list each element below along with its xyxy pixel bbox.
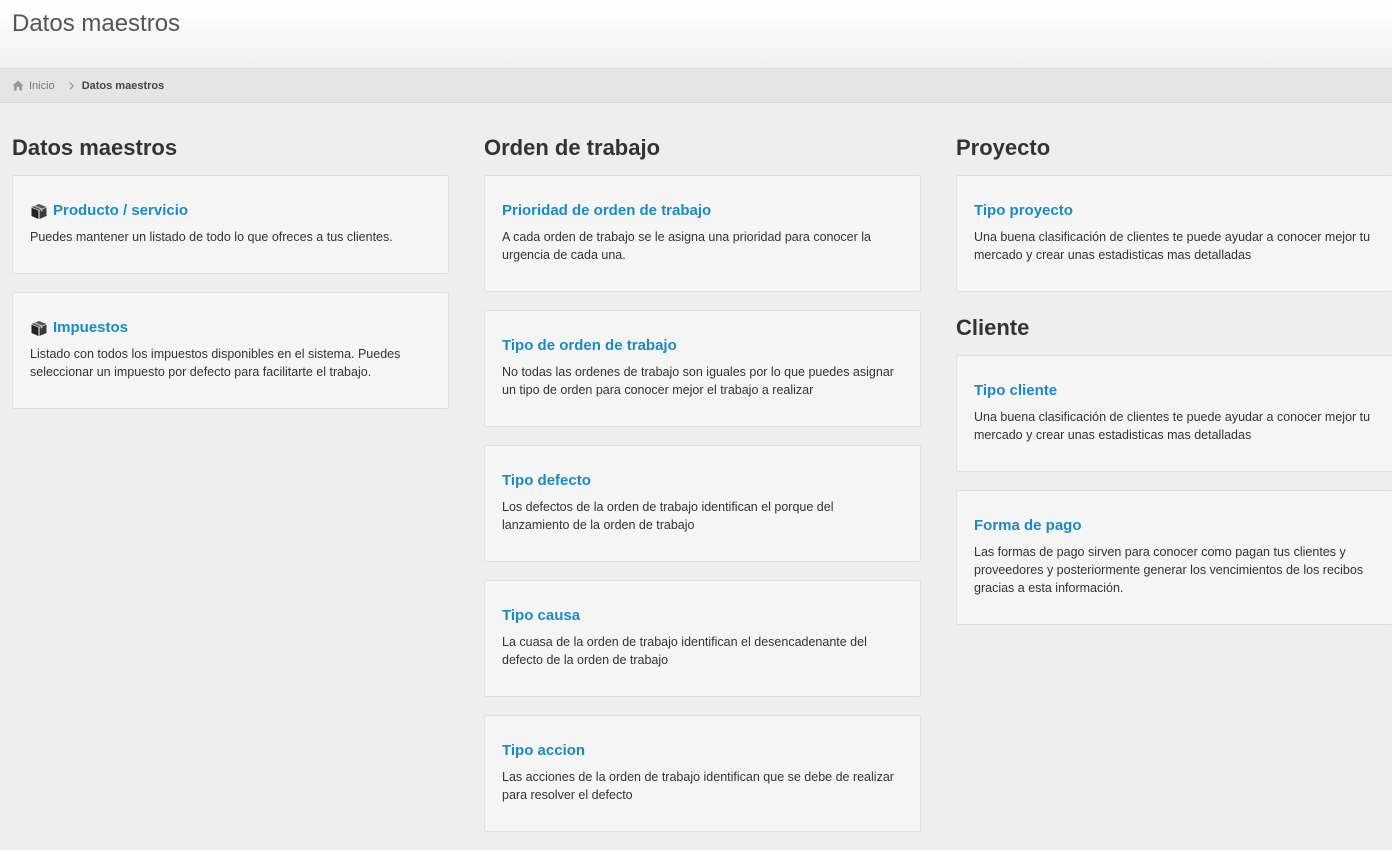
column-proyecto-cliente: Proyecto Tipo proyecto Una buena clasifi…	[956, 134, 1392, 643]
card-tipo-proyecto: Tipo proyecto Una buena clasificación de…	[956, 175, 1392, 292]
tipo-causa-desc: La cuasa de la orden de trabajo identifi…	[502, 635, 867, 667]
tipo-proyecto-link[interactable]: Tipo proyecto	[974, 200, 1375, 222]
breadcrumb-home-label: Inicio	[29, 79, 55, 92]
impuestos-desc: Listado con todos los impuestos disponib…	[30, 347, 401, 379]
card-prioridad-orden: Prioridad de orden de trabajo A cada ord…	[484, 175, 921, 292]
card-tipo-accion: Tipo accion Las acciones de la orden de …	[484, 715, 921, 832]
tipo-cliente-link[interactable]: Tipo cliente	[974, 380, 1375, 402]
section-title-orden-de-trabajo: Orden de trabajo	[484, 135, 661, 160]
impuestos-link[interactable]: Impuestos	[30, 317, 431, 339]
tipo-defecto-desc: Los defectos de la orden de trabajo iden…	[502, 500, 834, 532]
tipo-orden-link[interactable]: Tipo de orden de trabajo	[502, 335, 903, 357]
card-producto-servicio: Producto / servicio Puedes mantener un l…	[12, 175, 449, 274]
column-datos-maestros: Datos maestros Producto / servicio Puede…	[12, 134, 449, 427]
section-title-datos-maestros: Datos maestros	[12, 135, 178, 160]
card-tipo-cliente: Tipo cliente Una buena clasificación de …	[956, 355, 1392, 472]
prioridad-orden-link[interactable]: Prioridad de orden de trabajo	[502, 200, 903, 222]
forma-de-pago-link[interactable]: Forma de pago	[974, 515, 1375, 537]
box-icon	[31, 203, 47, 219]
tipo-accion-link[interactable]: Tipo accion	[502, 740, 903, 762]
home-icon	[12, 80, 24, 91]
card-tipo-causa: Tipo causa La cuasa de la orden de traba…	[484, 580, 921, 697]
section-title-proyecto: Proyecto	[956, 135, 1051, 160]
tipo-causa-link[interactable]: Tipo causa	[502, 605, 903, 627]
card-tipo-defecto: Tipo defecto Los defectos de la orden de…	[484, 445, 921, 562]
prioridad-orden-desc: A cada orden de trabajo se le asigna una…	[502, 230, 872, 262]
tipo-defecto-link[interactable]: Tipo defecto	[502, 470, 903, 492]
tipo-cliente-desc: Una buena clasificación de clientes te p…	[974, 410, 1371, 442]
impuestos-title: Impuestos	[53, 319, 129, 336]
chevron-right-icon	[69, 81, 74, 90]
card-forma-de-pago: Forma de pago Las formas de pago sirven …	[956, 490, 1392, 625]
tipo-accion-desc: Las acciones de la orden de trabajo iden…	[502, 770, 894, 802]
page-title: Datos maestros	[12, 10, 181, 37]
producto-servicio-link[interactable]: Producto / servicio	[30, 200, 431, 222]
breadcrumb-current: Datos maestros	[81, 79, 165, 92]
producto-servicio-desc: Puedes mantener un listado de todo lo qu…	[30, 230, 393, 244]
card-impuestos: Impuestos Listado con todos los impuesto…	[12, 292, 449, 409]
tipo-orden-desc: No todas las ordenes de trabajo son igua…	[502, 365, 894, 397]
forma-de-pago-desc: Las formas de pago sirven para conocer c…	[974, 545, 1364, 595]
breadcrumb-home-link[interactable]: Inicio	[12, 69, 55, 103]
producto-servicio-title: Producto / servicio	[53, 202, 189, 219]
card-tipo-orden: Tipo de orden de trabajo No todas las or…	[484, 310, 921, 427]
column-orden-de-trabajo: Orden de trabajo Prioridad de orden de t…	[484, 134, 921, 850]
page-header: Datos maestros	[0, 0, 1392, 69]
tipo-proyecto-desc: Una buena clasificación de clientes te p…	[974, 230, 1371, 262]
section-title-cliente: Cliente	[956, 315, 1030, 340]
box-icon	[31, 320, 47, 336]
breadcrumb: Inicio Datos maestros	[0, 69, 1392, 103]
